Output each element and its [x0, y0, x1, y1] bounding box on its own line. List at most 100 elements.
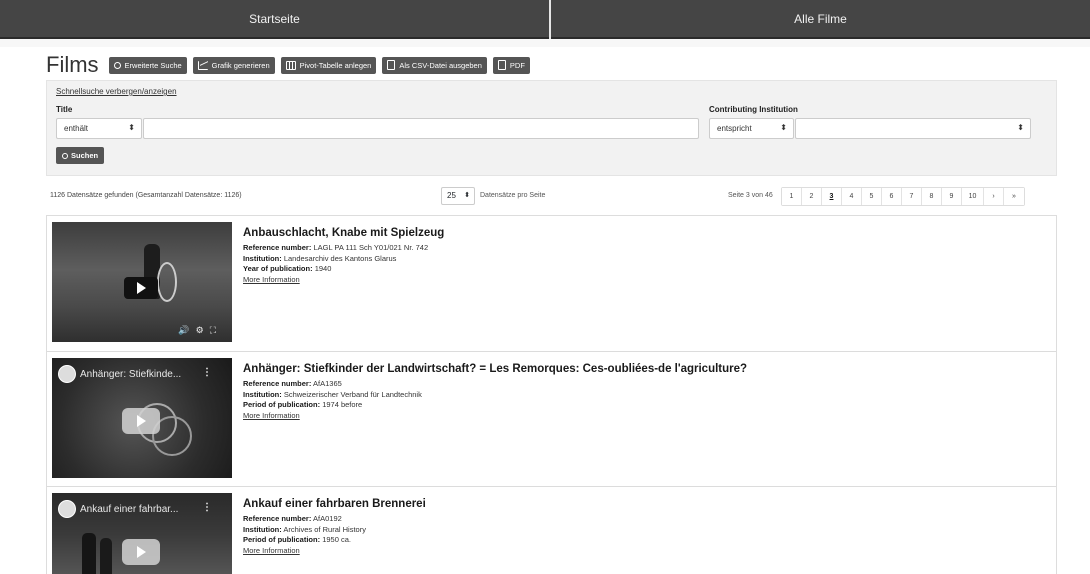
- csv-file-icon: [387, 60, 396, 70]
- list-item: Ankauf einer fahrbar... ⋮ Ankauf einer f…: [47, 487, 1056, 574]
- record-title: Anbauschlacht, Knabe mit Spielzeug: [243, 227, 445, 239]
- volume-icon[interactable]: 🔊: [178, 325, 189, 336]
- list-item: Anhänger: Stiefkinde... ⋮ Anhänger: Stie…: [47, 352, 1056, 487]
- title-search-input[interactable]: [143, 118, 699, 139]
- reference-label: Reference number:: [243, 243, 312, 252]
- institution-value: Schweizerischer Verband für Landtechnik: [283, 389, 422, 399]
- csv-export-button[interactable]: Als CSV-Datei ausgeben: [382, 56, 487, 74]
- page-button[interactable]: 6: [882, 188, 902, 205]
- title-operator-select[interactable]: enthält ⬍: [56, 118, 142, 139]
- title-operator-value: enthält: [64, 124, 89, 133]
- page-button[interactable]: 2: [802, 188, 822, 205]
- year-label: Year of publication:: [243, 264, 313, 273]
- page-button[interactable]: 5: [862, 188, 882, 205]
- search-icon: [113, 61, 121, 69]
- next-page-button[interactable]: ›: [984, 188, 1004, 205]
- institution-value: Landesarchiv des Kantons Glarus: [283, 253, 397, 263]
- channel-logo-icon: [58, 500, 76, 518]
- nav-home[interactable]: Startseite: [0, 0, 549, 39]
- page-button[interactable]: 8: [922, 188, 942, 205]
- more-information-link[interactable]: More Information: [243, 411, 300, 420]
- generate-chart-button[interactable]: Grafik generieren: [192, 56, 275, 74]
- institution-value: Archives of Rural History: [283, 524, 366, 534]
- per-page-select[interactable]: 25 ⬍: [441, 187, 475, 205]
- table-icon: [285, 60, 296, 70]
- page-button[interactable]: 3: [822, 188, 842, 205]
- generate-chart-label: Grafik generieren: [211, 60, 270, 70]
- toy-outline: [157, 262, 177, 302]
- video-caption: Ankauf einer fahrbar...: [80, 504, 179, 515]
- play-button[interactable]: [124, 277, 158, 299]
- pdf-label: PDF: [509, 60, 525, 70]
- institution-label: Institution:: [243, 253, 282, 263]
- nav-all-films[interactable]: Alle Filme: [551, 0, 1090, 39]
- page-info: Seite 3 von 46: [728, 192, 773, 199]
- year-value: 1940: [314, 264, 332, 273]
- more-vert-icon[interactable]: ⋮: [202, 502, 212, 513]
- institution-operator-select[interactable]: entspricht ⬍: [709, 118, 794, 139]
- select-arrow-icon: ⬍: [464, 192, 470, 199]
- record-details: Anbauschlacht, Knabe mit Spielzeug Refer…: [243, 227, 444, 285]
- fullscreen-icon[interactable]: ⛶: [210, 325, 216, 336]
- play-icon: [136, 546, 146, 558]
- more-information-link[interactable]: More Information: [243, 546, 300, 555]
- page-button[interactable]: 9: [942, 188, 962, 205]
- institution-label: Institution:: [243, 524, 282, 534]
- pivot-table-label: Pivot-Tabelle anlegen: [299, 60, 372, 70]
- reference-label: Reference number:: [243, 379, 312, 388]
- title-field-label: Title: [56, 105, 73, 114]
- institution-operator-value: entspricht: [717, 124, 752, 133]
- figure-silhouette: [100, 538, 112, 574]
- per-page-label: Datensätze pro Seite: [480, 192, 546, 199]
- select-arrow-icon: ⬍: [1017, 123, 1024, 132]
- reference-value: LAGL PA 111 Sch Y01/021 Nr. 742: [313, 243, 429, 252]
- advanced-search-button[interactable]: Erweiterte Suche: [108, 56, 187, 74]
- pivot-table-button[interactable]: Pivot-Tabelle anlegen: [280, 56, 377, 74]
- page-button[interactable]: 4: [842, 188, 862, 205]
- top-navigation: Startseite Alle Filme: [0, 0, 1090, 39]
- title-toolbar-row: Films Erweiterte Suche Grafik generieren…: [46, 52, 536, 78]
- page-button[interactable]: 10: [962, 188, 984, 205]
- nav-shadow: [0, 39, 1090, 47]
- record-details: Anhänger: Stiefkinder der Landwirtschaft…: [243, 363, 747, 421]
- play-button[interactable]: [122, 539, 160, 565]
- period-label: Period of publication:: [243, 400, 321, 409]
- page-button[interactable]: 1: [782, 188, 802, 205]
- line-chart-icon: [197, 60, 208, 70]
- video-player[interactable]: 🔊 ⚙ ⛶: [52, 222, 232, 342]
- record-details: Ankauf einer fahrbaren Brennerei Referen…: [243, 498, 426, 556]
- page-button[interactable]: 7: [902, 188, 922, 205]
- more-vert-icon[interactable]: ⋮: [202, 367, 212, 378]
- play-button[interactable]: [122, 408, 160, 434]
- period-label: Period of publication:: [243, 535, 321, 544]
- reference-label: Reference number:: [243, 514, 312, 523]
- institution-value-select[interactable]: ⬍: [795, 118, 1031, 139]
- record-title: Ankauf einer fahrbaren Brennerei: [243, 498, 426, 510]
- institution-field-label: Contributing Institution: [709, 105, 798, 114]
- per-page-value: 25: [447, 191, 456, 200]
- toggle-quick-search-link[interactable]: Schnellsuche verbergen/anzeigen: [56, 87, 177, 96]
- period-value: 1974 before: [322, 400, 363, 409]
- film-list: 🔊 ⚙ ⛶ Anbauschlacht, Knabe mit Spielzeug…: [46, 215, 1057, 574]
- period-value: 1950 ca.: [322, 535, 351, 544]
- video-controls: 🔊 ⚙ ⛶: [178, 325, 216, 336]
- page-title: Films: [46, 52, 99, 77]
- pdf-file-icon: [497, 60, 506, 70]
- select-arrow-icon: ⬍: [780, 123, 787, 132]
- institution-label: Institution:: [243, 389, 282, 399]
- video-player[interactable]: Anhänger: Stiefkinde... ⋮: [52, 358, 232, 478]
- result-count: 1126 Datensätze gefunden (Gesamtanzahl D…: [50, 192, 242, 199]
- search-button[interactable]: Suchen: [56, 147, 105, 164]
- record-title: Anhänger: Stiefkinder der Landwirtschaft…: [243, 363, 748, 375]
- figure-silhouette: [82, 533, 96, 574]
- video-player[interactable]: Ankauf einer fahrbar... ⋮: [52, 493, 232, 574]
- select-arrow-icon: ⬍: [128, 123, 135, 132]
- pdf-button[interactable]: PDF: [492, 56, 530, 74]
- last-page-button[interactable]: »: [1004, 188, 1024, 205]
- play-icon: [136, 415, 146, 427]
- gear-icon[interactable]: ⚙: [196, 325, 204, 336]
- list-item: 🔊 ⚙ ⛶ Anbauschlacht, Knabe mit Spielzeug…: [47, 216, 1056, 352]
- more-information-link[interactable]: More Information: [243, 275, 300, 284]
- advanced-search-label: Erweiterte Suche: [124, 60, 182, 70]
- search-icon: [62, 152, 68, 159]
